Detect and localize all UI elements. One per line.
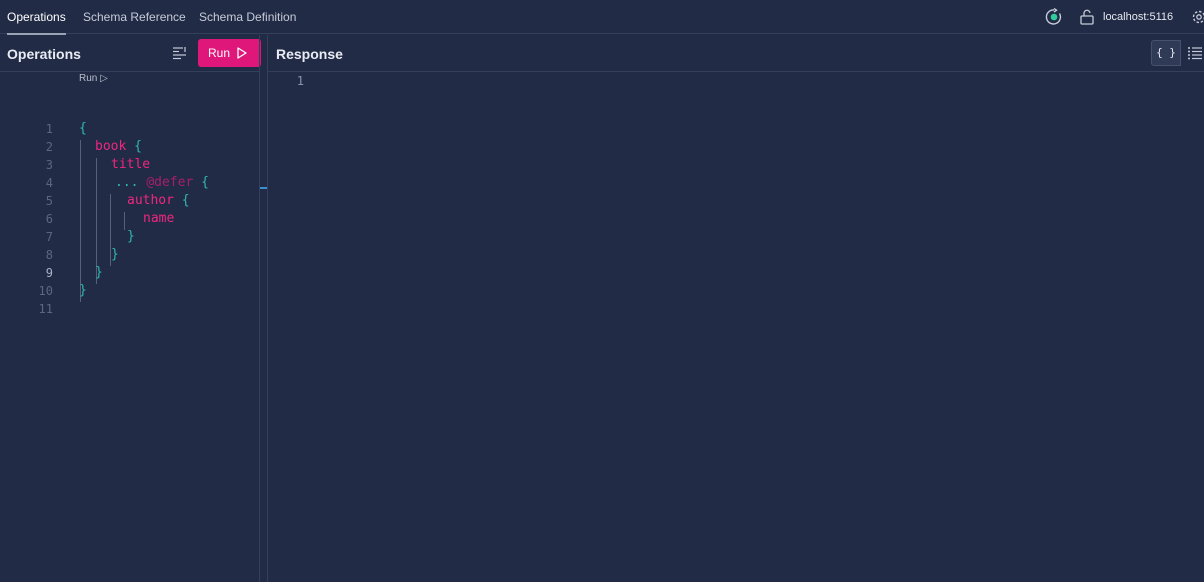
- code-text: }: [127, 229, 135, 244]
- panel-splitter[interactable]: [259, 35, 260, 582]
- line-number: 6: [45, 212, 53, 226]
- code-text: }: [111, 247, 119, 262]
- code-text: author {: [127, 193, 190, 208]
- line-number: 10: [38, 284, 53, 298]
- response-view-toggle: { }: [1151, 40, 1204, 66]
- top-tab-bar: Operations Schema Reference Schema Defin…: [0, 0, 1204, 35]
- code-text: book {: [95, 139, 142, 154]
- prettify-icon[interactable]: [172, 46, 188, 60]
- code-line: 6 name: [0, 210, 259, 228]
- line-number: 3: [45, 158, 53, 172]
- code-text: title: [111, 157, 151, 172]
- code-text: }: [79, 283, 87, 298]
- code-line: 5 author {: [0, 192, 259, 210]
- code-line: 7 }: [0, 228, 259, 246]
- code-text: {: [79, 121, 87, 136]
- gear-icon[interactable]: [1190, 8, 1204, 26]
- code-line: 11: [0, 300, 259, 318]
- run-button-label: Run: [208, 46, 231, 60]
- line-number: 8: [45, 248, 53, 262]
- line-number: 2: [45, 140, 53, 154]
- code-line: 2 book {: [0, 138, 259, 156]
- tab-schema-definition[interactable]: Schema Definition: [199, 0, 296, 34]
- tab-schema-reference[interactable]: Schema Reference: [83, 0, 186, 34]
- response-header-divider: [268, 71, 1204, 72]
- refresh-connected-icon[interactable]: [1045, 8, 1063, 26]
- code-line: 1 {: [0, 120, 259, 138]
- host-label[interactable]: localhost:5116: [1103, 0, 1173, 34]
- tab-operations[interactable]: Operations: [7, 0, 66, 35]
- json-view-button[interactable]: { }: [1151, 40, 1181, 66]
- code-text: ... @defer {: [115, 175, 209, 190]
- splitter-handle[interactable]: [260, 187, 267, 189]
- code-text: name: [143, 211, 175, 226]
- code-line: 9 }: [0, 264, 259, 282]
- operations-title: Operations: [7, 46, 81, 62]
- line-number: 11: [38, 302, 53, 316]
- line-number: 1: [296, 74, 304, 88]
- operation-editor[interactable]: Run ▷ 1 { 2 book { 3 title 4 ... @defer …: [0, 72, 259, 582]
- line-number: 7: [45, 230, 53, 244]
- response-panel: Response { } 1: [268, 35, 1204, 582]
- unlocked-icon[interactable]: [1080, 9, 1094, 25]
- line-number: 9: [45, 266, 53, 280]
- code-line: 4 ... @defer {: [0, 174, 259, 192]
- line-number: 1: [45, 122, 53, 136]
- line-number: 5: [45, 194, 53, 208]
- code-text: }: [95, 265, 103, 280]
- operations-panel: Operations Run Run ▷ 1 { 2 book { 3 titl…: [0, 35, 261, 582]
- code-line: 10 }: [0, 282, 259, 300]
- run-codelens[interactable]: Run ▷: [79, 73, 108, 84]
- line-number: 4: [45, 176, 53, 190]
- play-icon: [237, 47, 247, 59]
- list-view-icon[interactable]: [1187, 46, 1203, 60]
- response-title: Response: [276, 46, 343, 62]
- code-line: 3 title: [0, 156, 259, 174]
- run-button[interactable]: Run: [198, 39, 261, 67]
- code-line: 8 }: [0, 246, 259, 264]
